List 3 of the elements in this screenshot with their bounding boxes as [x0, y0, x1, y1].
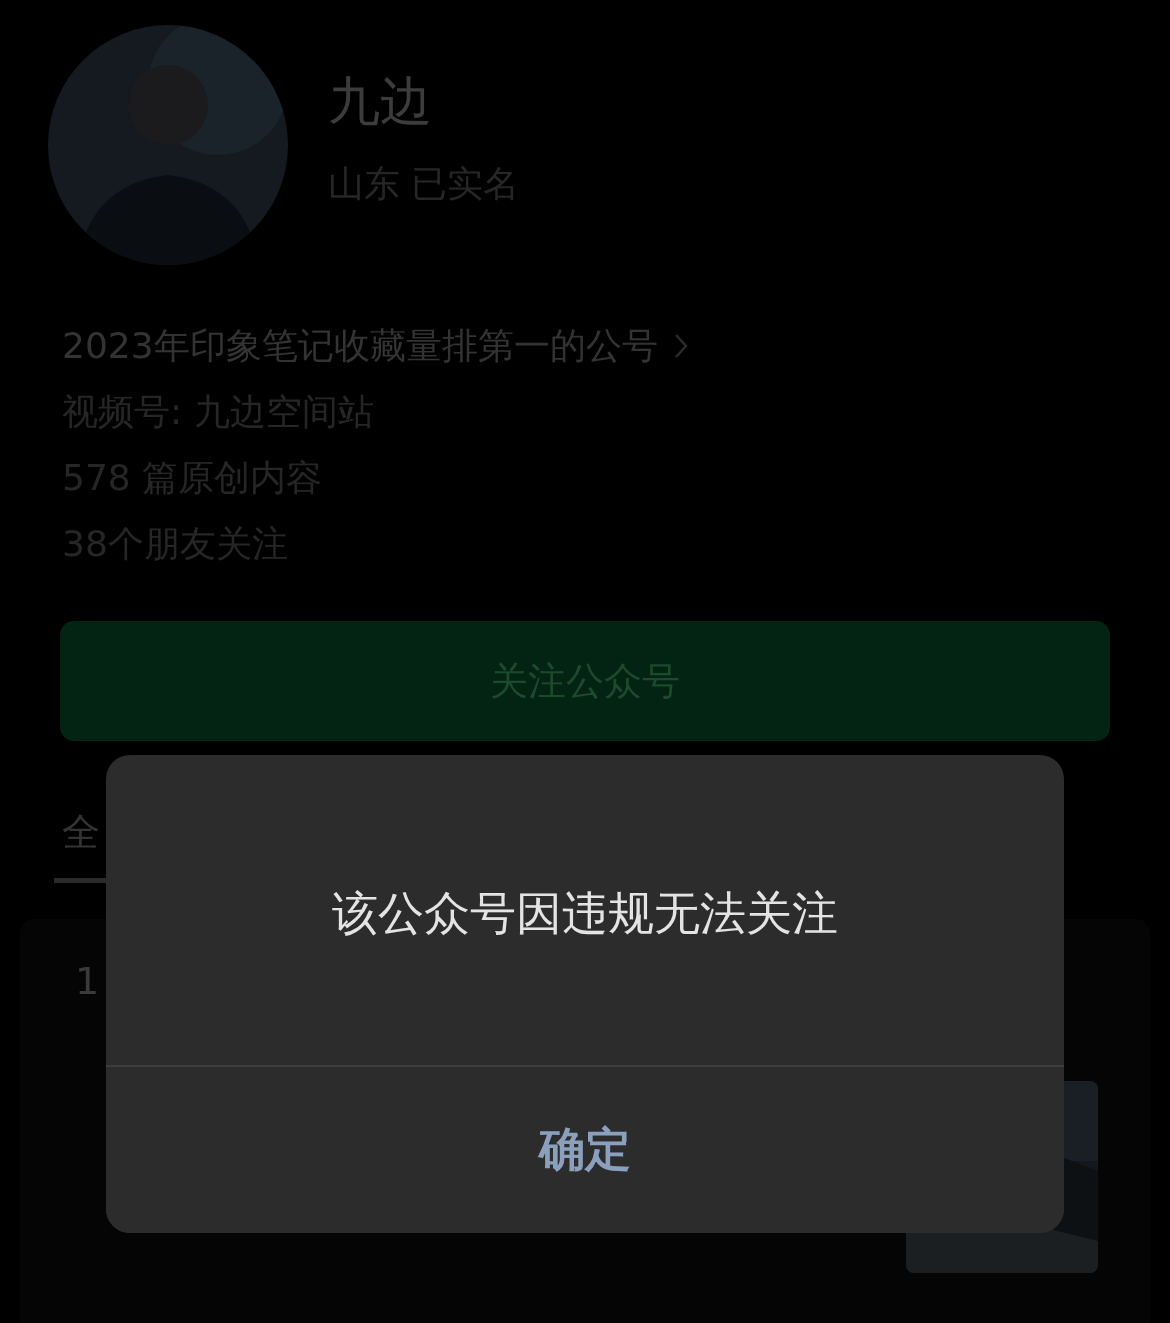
alert-message: 该公众号因违规无法关注: [332, 885, 838, 939]
chevron-icon: [673, 333, 688, 359]
account-name: 九边: [328, 70, 433, 133]
